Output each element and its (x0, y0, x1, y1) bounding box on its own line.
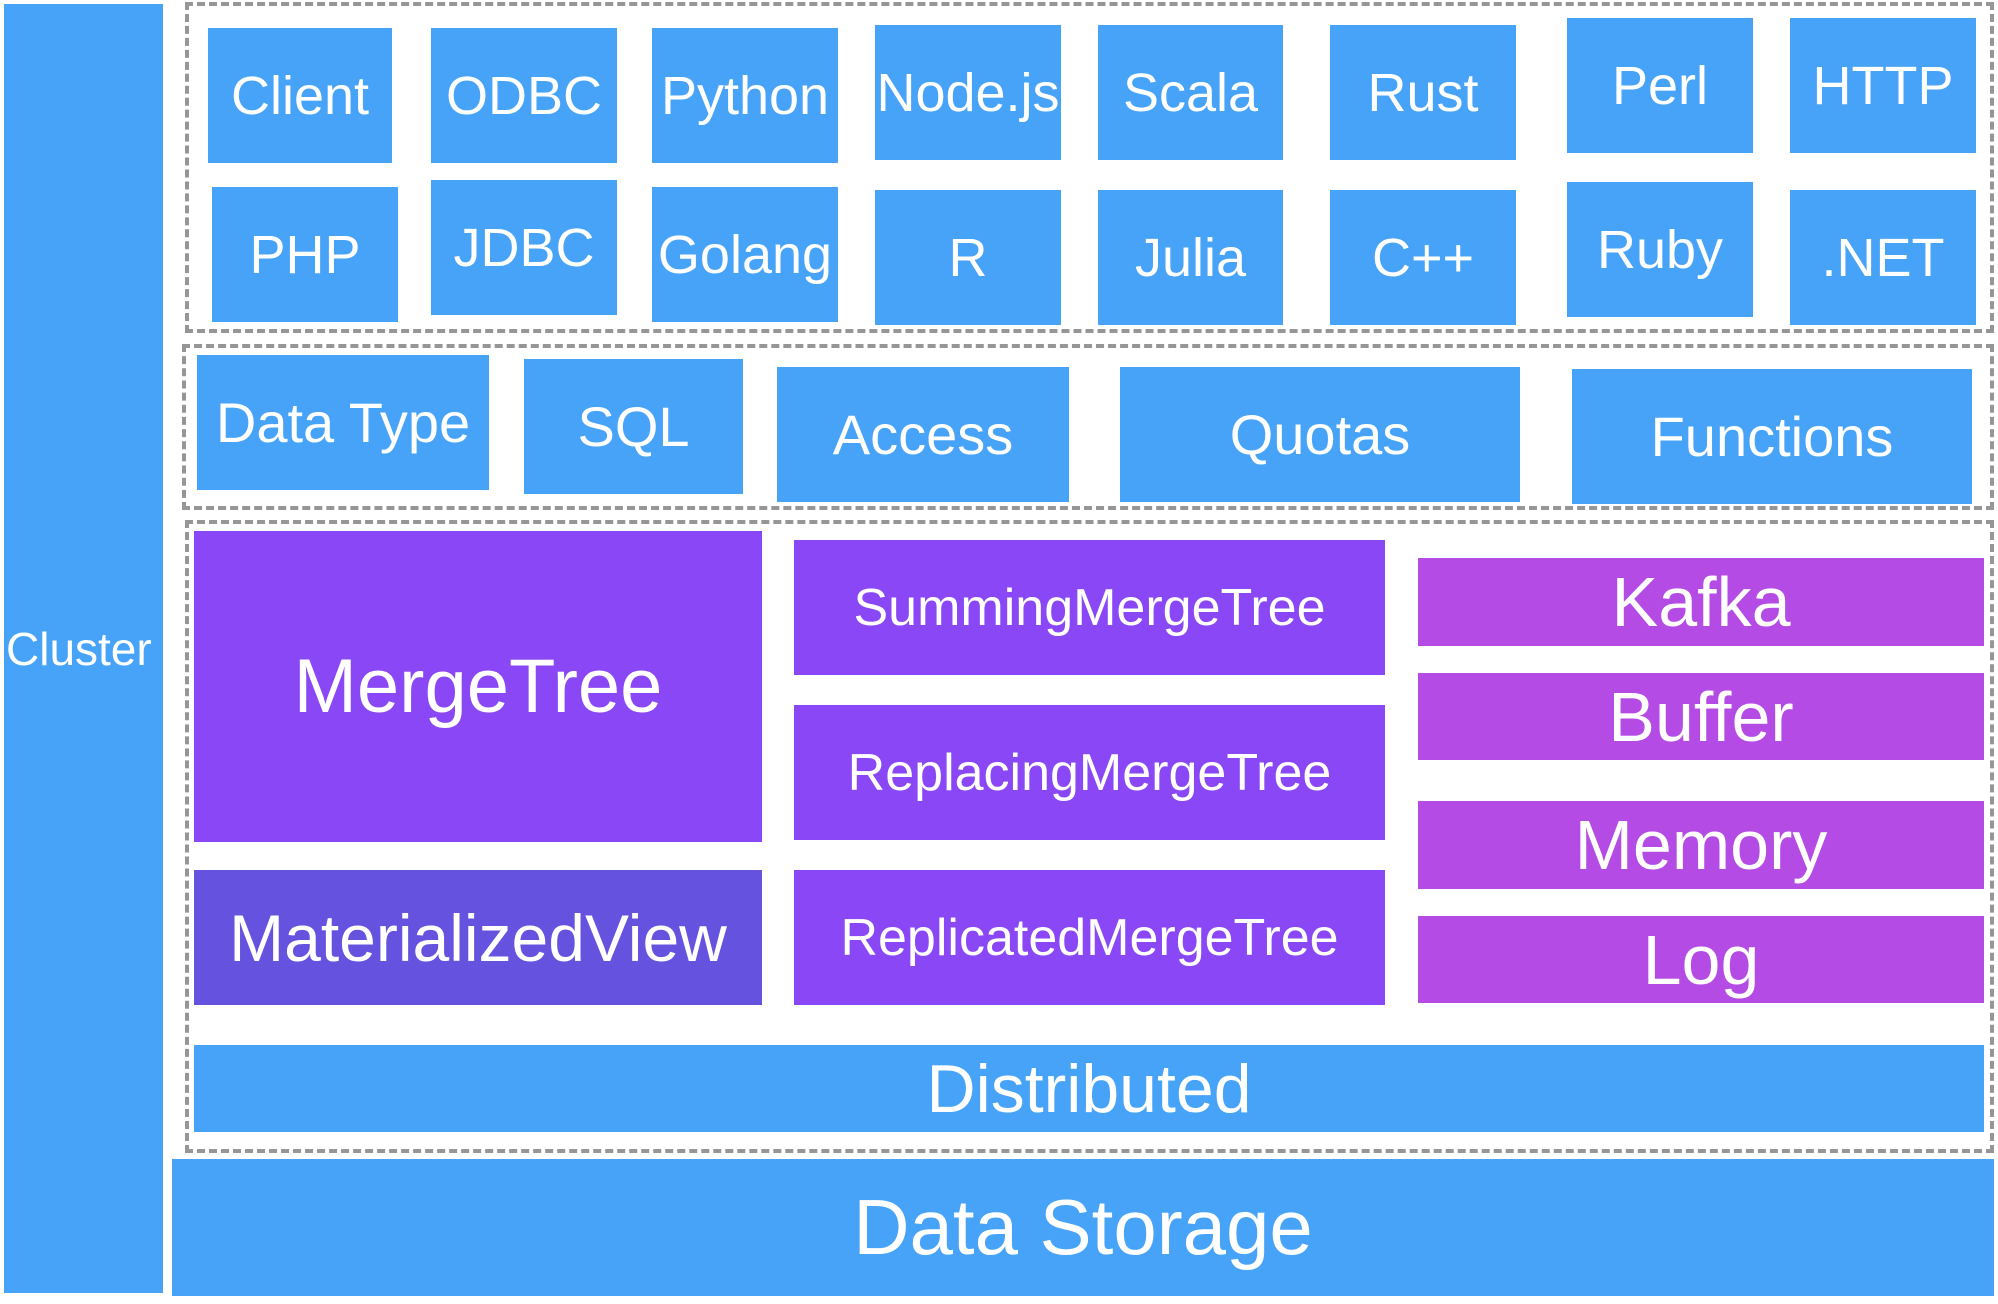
r-box: R (875, 190, 1061, 325)
odbc-box: ODBC (431, 28, 617, 163)
golang-box: Golang (652, 187, 838, 322)
buffer-box: Buffer (1418, 673, 1984, 760)
replicated-mergetree-box: ReplicatedMergeTree (794, 870, 1385, 1005)
distributed-box: Distributed (194, 1045, 1984, 1132)
quotas-box: Quotas (1120, 367, 1520, 502)
kafka-box: Kafka (1418, 558, 1984, 646)
scala-box: Scala (1098, 25, 1283, 160)
cluster-label: Cluster (6, 622, 152, 675)
php-box: PHP (212, 187, 398, 322)
ruby-box: Ruby (1567, 182, 1753, 317)
log-box: Log (1418, 916, 1984, 1003)
replacing-mergetree-box: ReplacingMergeTree (794, 705, 1385, 840)
functions-box: Functions (1572, 369, 1972, 504)
mergetree-box: MergeTree (194, 531, 762, 842)
julia-box: Julia (1098, 190, 1283, 325)
http-box: HTTP (1790, 18, 1976, 153)
cluster-bar: Cluster (4, 4, 163, 1293)
perl-box: Perl (1567, 18, 1753, 153)
access-box: Access (777, 367, 1069, 502)
sql-box: SQL (524, 359, 743, 494)
data-type-box: Data Type (197, 355, 489, 490)
python-box: Python (652, 28, 838, 163)
cpp-box: C++ (1330, 190, 1516, 325)
memory-box: Memory (1418, 801, 1984, 889)
rust-box: Rust (1330, 25, 1516, 160)
jdbc-box: JDBC (431, 180, 617, 315)
dotnet-box: .NET (1790, 190, 1976, 325)
materialized-view-box: MaterializedView (194, 870, 762, 1005)
nodejs-box: Node.js (875, 25, 1061, 160)
client-box: Client (208, 28, 392, 163)
data-storage-box: Data Storage (172, 1159, 1994, 1296)
summing-mergetree-box: SummingMergeTree (794, 540, 1385, 675)
